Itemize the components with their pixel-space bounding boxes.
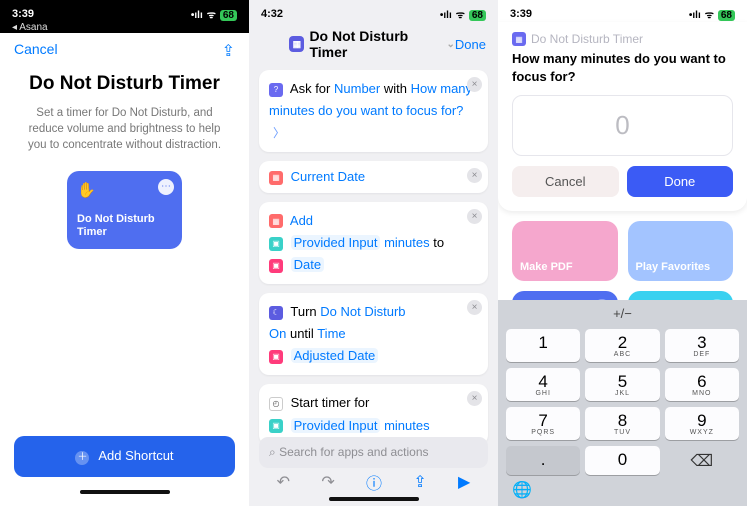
action-dnd[interactable]: × ☾ Turn Do Not Disturb On until Time ▣ … bbox=[259, 293, 488, 375]
dialog-cancel-button[interactable]: Cancel bbox=[512, 166, 619, 197]
cancel-button[interactable]: Cancel bbox=[14, 41, 58, 61]
calendar-icon: ▦ bbox=[269, 171, 283, 185]
hand-icon: ✋ bbox=[77, 182, 96, 199]
calendar-icon: ▦ bbox=[269, 214, 283, 228]
globe-icon[interactable]: 🌐 bbox=[512, 480, 532, 500]
input-dialog: ▦ Do Not Disturb Timer How many minutes … bbox=[498, 22, 747, 211]
home-indicator[interactable] bbox=[80, 490, 170, 494]
shortcut-tile[interactable]: ✋ ⋯ Do Not Disturb Timer bbox=[67, 171, 182, 249]
key-5[interactable]: 5JKL bbox=[585, 368, 659, 401]
number-input[interactable]: 0 bbox=[512, 95, 733, 156]
status-bar: 4:32 •ılıᯤ68 bbox=[249, 0, 498, 22]
input-icon: ▣ bbox=[269, 237, 283, 251]
shortcut-icon: ▦ bbox=[289, 36, 304, 52]
key-3[interactable]: 3DEF bbox=[665, 329, 739, 362]
clock-icon: ◴ bbox=[269, 397, 283, 411]
status-icons: •ılıᯤ68 bbox=[436, 7, 486, 21]
key-1[interactable]: 1 bbox=[506, 329, 580, 362]
remove-action-icon[interactable]: × bbox=[467, 168, 482, 183]
add-shortcut-button[interactable]: ＋ Add Shortcut bbox=[14, 436, 235, 477]
redo-icon[interactable]: ↷ bbox=[321, 472, 334, 492]
key-6[interactable]: 6MNO bbox=[665, 368, 739, 401]
tile-play-favorites[interactable]: Play Favorites bbox=[628, 221, 734, 281]
input-icon: ▣ bbox=[269, 419, 283, 433]
chevron-down-icon: ⌄ bbox=[447, 39, 455, 50]
status-time: 4:32 bbox=[261, 8, 283, 20]
moon-icon: ☾ bbox=[269, 306, 283, 320]
key-backspace[interactable]: ⌫ bbox=[665, 446, 739, 475]
share-icon[interactable]: ⇪ bbox=[413, 472, 426, 492]
status-time: 3:39 bbox=[510, 8, 532, 20]
remove-action-icon[interactable]: × bbox=[467, 77, 482, 92]
more-icon[interactable]: ⋯ bbox=[158, 179, 174, 195]
key-7[interactable]: 7PQRS bbox=[506, 407, 580, 440]
run-icon[interactable]: ▶ bbox=[458, 472, 470, 492]
action-ask-input[interactable]: × ? Ask for Number with How many minutes… bbox=[259, 70, 488, 152]
shortcut-icon: ▦ bbox=[512, 32, 526, 46]
search-input[interactable]: ⌕ Search for apps and actions bbox=[259, 437, 488, 468]
action-current-date[interactable]: × ▦ Current Date bbox=[259, 161, 488, 193]
status-icons: •ılıᯤ68 bbox=[187, 7, 237, 21]
share-icon[interactable]: ⇪ bbox=[222, 41, 235, 61]
dialog-header: ▦ Do Not Disturb Timer bbox=[512, 32, 733, 46]
remove-action-icon[interactable]: × bbox=[467, 209, 482, 224]
date-icon: ▣ bbox=[269, 259, 283, 273]
action-timer[interactable]: × ◴ Start timer for ▣ Provided Input min… bbox=[259, 384, 488, 444]
action-add-date[interactable]: × ▦ Add ▣ Provided Input minutes to ▣ Da… bbox=[259, 202, 488, 284]
dialog-done-button[interactable]: Done bbox=[627, 166, 734, 197]
search-icon: ⌕ bbox=[269, 445, 276, 459]
key-dot[interactable]: . bbox=[506, 446, 580, 475]
dialog-question: How many minutes do you want to focus fo… bbox=[512, 50, 733, 85]
key-0[interactable]: 0 bbox=[585, 446, 659, 475]
home-indicator[interactable] bbox=[329, 497, 419, 501]
status-time: 3:39 bbox=[12, 8, 34, 20]
plus-icon: ＋ bbox=[75, 451, 89, 465]
nav-title[interactable]: ▦ Do Not Disturb Timer ⌄ bbox=[289, 28, 455, 60]
shortcut-description: Set a timer for Do Not Disturb, and redu… bbox=[0, 105, 249, 153]
key-8[interactable]: 8TUV bbox=[585, 407, 659, 440]
key-9[interactable]: 9WXYZ bbox=[665, 407, 739, 440]
remove-action-icon[interactable]: × bbox=[467, 300, 482, 315]
numeric-keypad: +/− 1 2ABC 3DEF 4GHI 5JKL 6MNO 7PQRS 8TU… bbox=[498, 300, 747, 506]
ask-icon: ? bbox=[269, 83, 283, 97]
page-title: Do Not Disturb Timer bbox=[0, 69, 249, 105]
tile-make-pdf[interactable]: Make PDF bbox=[512, 221, 618, 281]
plusminus-key[interactable]: +/− bbox=[613, 306, 632, 321]
expand-icon[interactable]: 〉 bbox=[273, 126, 285, 140]
undo-icon[interactable]: ↶ bbox=[277, 472, 290, 492]
key-4[interactable]: 4GHI bbox=[506, 368, 580, 401]
status-bar: 3:39 •ılıᯤ68 bbox=[498, 0, 747, 22]
key-2[interactable]: 2ABC bbox=[585, 329, 659, 362]
tile-label: Do Not Disturb Timer bbox=[77, 213, 182, 239]
status-icons: •ılıᯤ68 bbox=[685, 7, 735, 21]
remove-action-icon[interactable]: × bbox=[467, 391, 482, 406]
status-bar: 3:39 •ılıᯤ68 bbox=[0, 0, 249, 22]
done-button[interactable]: Done bbox=[455, 37, 486, 52]
info-icon[interactable]: ⓘ bbox=[366, 470, 382, 494]
date-icon: ▣ bbox=[269, 350, 283, 364]
back-asana[interactable]: ◂ Asana bbox=[0, 22, 249, 33]
toolbar: ↶ ↷ ⓘ ⇪ ▶ bbox=[249, 470, 498, 494]
